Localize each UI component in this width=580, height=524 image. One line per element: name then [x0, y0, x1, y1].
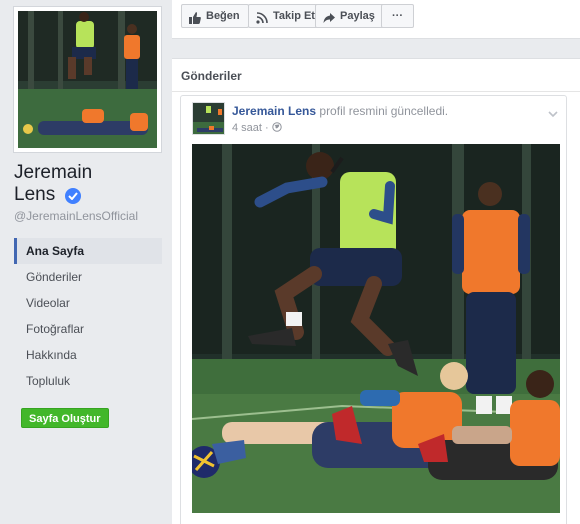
post-meta: 4 saat · [232, 122, 282, 135]
post-action-text: profil resmini güncelledi. [319, 104, 449, 118]
meta-separator: · [265, 122, 269, 134]
page-handle[interactable]: @JeremainLensOfficial [14, 209, 138, 223]
nav-item-photos[interactable]: Fotoğraflar [14, 316, 162, 342]
nav-item-posts[interactable]: Gönderiler [14, 264, 162, 290]
divider [172, 91, 580, 92]
post-card: Jeremain Lens profil resmini güncelledi.… [180, 95, 567, 524]
nav-item-community[interactable]: Topluluk [14, 368, 162, 394]
thumbs-up-icon [189, 10, 201, 32]
post-timestamp[interactable]: 4 saat [232, 122, 262, 134]
page-action-bar: Beğen Takip Et Paylaş ··· [172, 0, 580, 39]
page-nav: Ana Sayfa Gönderiler Videolar Fotoğrafla… [14, 238, 162, 394]
posts-section-title: Gönderiler [181, 69, 242, 83]
nav-item-videos[interactable]: Videolar [14, 290, 162, 316]
share-button[interactable]: Paylaş [315, 4, 384, 28]
verified-badge-icon [65, 188, 81, 204]
more-button[interactable]: ··· [381, 4, 414, 28]
page-name[interactable]: Jeremain Lens [14, 162, 94, 206]
post-author-name[interactable]: Jeremain Lens [232, 104, 316, 118]
share-button-label: Paylaş [340, 10, 375, 22]
nav-item-home[interactable]: Ana Sayfa [14, 238, 162, 264]
ellipsis-icon: ··· [392, 10, 403, 22]
follow-button[interactable]: Takip Et [248, 4, 324, 28]
post-author-avatar[interactable] [192, 102, 225, 135]
post-header: Jeremain Lens profil resmini güncelledi. [232, 104, 448, 118]
post-photo[interactable] [192, 144, 560, 513]
nav-item-about[interactable]: Hakkında [14, 342, 162, 368]
page-name-text[interactable]: Jeremain Lens [14, 162, 94, 206]
chevron-down-icon[interactable] [548, 105, 558, 123]
globe-icon [272, 122, 282, 135]
rss-icon [256, 10, 268, 32]
like-button-label: Beğen [206, 10, 240, 22]
posts-section: Gönderiler Jeremain Lens profil resmini … [172, 58, 580, 524]
create-page-button[interactable]: Sayfa Oluştur [21, 408, 109, 428]
profile-picture[interactable] [18, 11, 157, 148]
like-button[interactable]: Beğen [181, 4, 249, 28]
profile-picture-frame[interactable] [13, 6, 162, 153]
share-arrow-icon [323, 10, 335, 32]
left-column: Jeremain Lens @JeremainLensOfficial Ana … [0, 0, 172, 524]
follow-button-label: Takip Et [273, 10, 315, 22]
